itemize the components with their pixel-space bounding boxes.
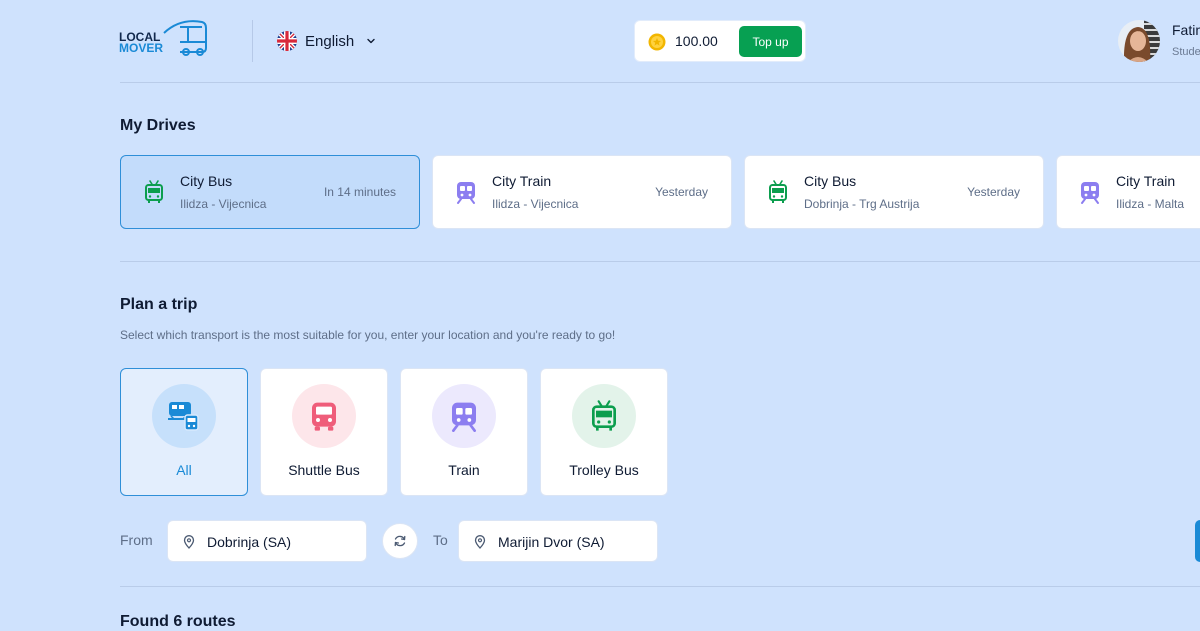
coin-icon — [648, 33, 666, 51]
trolley-bus-icon — [767, 180, 789, 204]
icon-circle — [152, 384, 216, 448]
chevron-down-icon — [367, 38, 375, 44]
icon-circle — [432, 384, 496, 448]
brand-logo[interactable]: LOCAL MOVER — [118, 18, 210, 58]
user-role: Stude — [1172, 46, 1200, 58]
trolley-bus-icon — [143, 180, 165, 204]
shuttle-bus-icon — [308, 400, 340, 432]
header-divider — [252, 20, 253, 62]
all-transport-icon — [168, 400, 200, 432]
from-label: From — [120, 532, 153, 548]
to-label: To — [433, 532, 448, 548]
train-icon — [448, 400, 480, 432]
section-divider — [120, 261, 1200, 262]
header-divider-line — [120, 82, 1200, 83]
avatar[interactable] — [1118, 20, 1160, 62]
drive-card[interactable]: City Bus Ilidza - Vijecnica In 14 minute… — [120, 155, 420, 229]
location-pin-icon — [474, 535, 486, 549]
search-button[interactable] — [1195, 520, 1200, 562]
drive-route: Ilidza - Vijecnica — [492, 197, 579, 211]
trolley-bus-icon — [588, 400, 620, 432]
drive-title: City Bus — [180, 173, 233, 189]
transport-label: Train — [448, 462, 480, 478]
from-field[interactable] — [167, 520, 367, 562]
to-input[interactable] — [498, 531, 648, 553]
location-pin-icon — [183, 535, 195, 549]
drive-route: Ilidza - Vijecnica — [180, 197, 267, 211]
train-icon — [1079, 180, 1101, 204]
drive-route: Ilidza - Malta — [1116, 197, 1185, 211]
drive-time: Yesterday — [967, 185, 1020, 199]
drive-card[interactable]: City Train Ilidza - Malta — [1056, 155, 1200, 229]
wallet-balance: 100.00 Top up — [634, 20, 806, 62]
plan-trip-title: Plan a trip — [120, 296, 198, 313]
drive-route: Dobrinja - Trg Austrija — [804, 197, 920, 211]
transport-label: Trolley Bus — [569, 462, 639, 478]
language-label: English — [305, 32, 355, 50]
to-field[interactable] — [458, 520, 658, 562]
transport-option-shuttle-bus[interactable]: Shuttle Bus — [260, 368, 388, 496]
drive-time: In 14 minutes — [323, 185, 396, 199]
icon-circle — [572, 384, 636, 448]
user-avatar-image — [1118, 20, 1160, 62]
language-selector[interactable]: English — [277, 29, 376, 53]
plan-trip-subtitle: Select which transport is the most suita… — [120, 328, 616, 342]
drive-time: Yesterday — [655, 185, 708, 199]
drive-title: City Bus — [804, 173, 857, 189]
drive-card[interactable]: City Bus Dobrinja - Trg Austrija Yesterd… — [744, 155, 1044, 229]
bus-logo-icon — [163, 20, 207, 56]
transport-label: All — [176, 462, 192, 478]
transport-option-train[interactable]: Train — [400, 368, 528, 496]
user-name: Fatim — [1172, 22, 1200, 38]
transport-option-trolley-bus[interactable]: Trolley Bus — [540, 368, 668, 496]
logo-line2: MOVER — [119, 41, 163, 55]
icon-circle — [292, 384, 356, 448]
drive-title: City Train — [492, 173, 552, 189]
balance-amount: 100.00 — [675, 33, 718, 49]
drive-title: City Train — [1116, 173, 1176, 189]
transport-option-all[interactable]: All — [120, 368, 248, 496]
found-routes-title: Found 6 routes — [120, 613, 236, 630]
transport-label: Shuttle Bus — [288, 462, 360, 478]
swap-icon — [394, 535, 406, 547]
top-up-button[interactable]: Top up — [739, 26, 802, 57]
uk-flag-icon — [277, 31, 297, 51]
from-input[interactable] — [207, 531, 357, 553]
my-drives-title: My Drives — [120, 117, 196, 134]
train-icon — [455, 180, 477, 204]
swap-locations-button[interactable] — [382, 523, 418, 559]
drive-card[interactable]: City Train Ilidza - Vijecnica Yesterday — [432, 155, 732, 229]
section-divider — [120, 586, 1200, 587]
